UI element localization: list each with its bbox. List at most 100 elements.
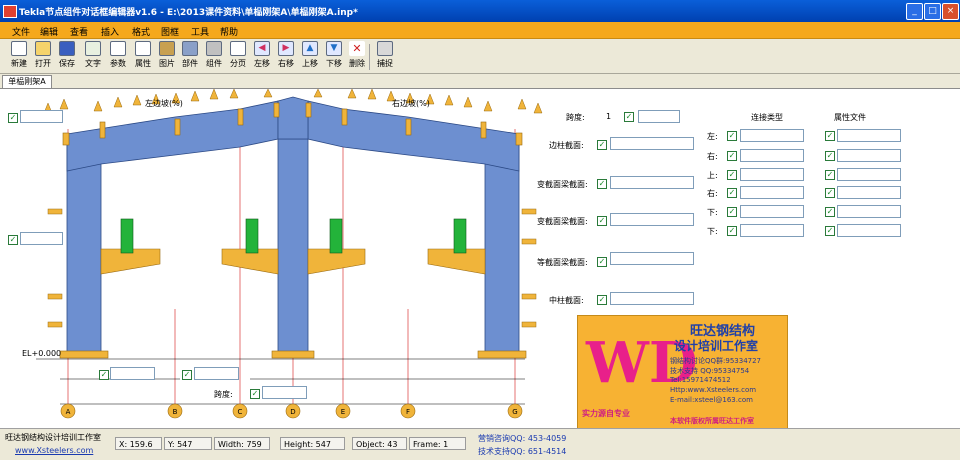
maximize-button[interactable]: □ bbox=[924, 3, 941, 20]
app-icon bbox=[3, 5, 17, 18]
minimize-button[interactable]: _ bbox=[906, 3, 923, 20]
axis-label: C bbox=[238, 408, 243, 416]
row-label: 下: bbox=[707, 227, 718, 236]
checkbox[interactable]: ✓ bbox=[99, 370, 109, 380]
connection-field[interactable] bbox=[740, 129, 804, 142]
logo-qq-group: 钢结构讨论QQ群:95334727 bbox=[670, 357, 762, 365]
beam-section-1-label: 变截面梁截面: bbox=[537, 180, 588, 189]
parameter-button[interactable]: 参数 bbox=[108, 41, 128, 71]
move-left-button[interactable]: ◀ 左移 bbox=[252, 41, 272, 71]
snap-button[interactable]: 捕捉 bbox=[375, 41, 395, 71]
checkbox[interactable]: ✓ bbox=[825, 151, 835, 161]
beam-section-1-field[interactable] bbox=[610, 176, 694, 189]
mid-col-section-field[interactable] bbox=[610, 292, 694, 305]
move-right-button[interactable]: ▶ 右移 bbox=[276, 41, 296, 71]
connection-field[interactable] bbox=[740, 224, 804, 237]
checkbox[interactable]: ✓ bbox=[727, 226, 737, 236]
span-form-field[interactable] bbox=[638, 110, 680, 123]
arrow-down-icon: ▼ bbox=[326, 41, 342, 56]
menu-frame[interactable]: 图框 bbox=[161, 25, 179, 38]
span-total-field[interactable] bbox=[262, 386, 307, 399]
right-slope-label: 右边坡(%) bbox=[392, 99, 430, 108]
axis-label: B bbox=[173, 408, 178, 416]
checkbox[interactable]: ✓ bbox=[727, 151, 737, 161]
x-coordinate: X: 159.6 bbox=[115, 437, 162, 450]
delete-button[interactable]: ✕ 删除 bbox=[347, 41, 367, 71]
checkbox[interactable]: ✓ bbox=[825, 207, 835, 217]
left-height-field[interactable] bbox=[20, 110, 63, 123]
move-down-button[interactable]: ▼ 下移 bbox=[324, 41, 344, 71]
company-name: 旺达钢结构设计培训工作室 bbox=[5, 433, 101, 442]
checkbox[interactable]: ✓ bbox=[597, 216, 607, 226]
text-button[interactable]: 文字 bbox=[83, 41, 103, 71]
attribute-file-field[interactable] bbox=[837, 186, 901, 199]
checkbox[interactable]: ✓ bbox=[8, 235, 18, 245]
axis-label: G bbox=[512, 408, 517, 416]
part-button[interactable]: 部件 bbox=[180, 41, 200, 71]
attribute-file-field[interactable] bbox=[837, 149, 901, 162]
checkbox[interactable]: ✓ bbox=[182, 370, 192, 380]
axis-label: E bbox=[341, 408, 345, 416]
open-button[interactable]: 打开 bbox=[33, 41, 53, 71]
tab-frame-a[interactable]: 单榀刚架A bbox=[2, 75, 52, 88]
connection-field[interactable] bbox=[740, 149, 804, 162]
save-button[interactable]: 保存 bbox=[57, 41, 77, 71]
picture-button[interactable]: 图片 bbox=[157, 41, 177, 71]
checkbox[interactable]: ✓ bbox=[727, 188, 737, 198]
menu-edit[interactable]: 编辑 bbox=[40, 25, 58, 38]
checkbox[interactable]: ✓ bbox=[624, 112, 634, 122]
company-website-link[interactable]: www.Xsteelers.com bbox=[15, 446, 93, 455]
logo-wd: WD bbox=[586, 330, 698, 396]
height-readout: Height: 547 bbox=[280, 437, 345, 450]
attribute-button[interactable]: 属性 bbox=[133, 41, 153, 71]
attribute-file-field[interactable] bbox=[837, 224, 901, 237]
left-col-section-field[interactable] bbox=[610, 137, 694, 150]
tech-qq: 技术支持QQ: 651-4514 bbox=[478, 447, 567, 456]
checkbox[interactable]: ✓ bbox=[727, 170, 737, 180]
checkbox[interactable]: ✓ bbox=[597, 295, 607, 305]
logo-title-2: 设计培训工作室 bbox=[674, 339, 759, 353]
y-coordinate: Y: 547 bbox=[164, 437, 212, 450]
connection-field[interactable] bbox=[740, 186, 804, 199]
component-button[interactable]: 组件 bbox=[204, 41, 224, 71]
checkbox[interactable]: ✓ bbox=[727, 131, 737, 141]
beam-section-3-field[interactable] bbox=[610, 252, 694, 265]
checkbox[interactable]: ✓ bbox=[825, 170, 835, 180]
crane-height-field[interactable] bbox=[20, 232, 63, 245]
menu-format[interactable]: 格式 bbox=[132, 25, 150, 38]
checkbox[interactable]: ✓ bbox=[597, 257, 607, 267]
span-form-label: 跨度: bbox=[566, 113, 585, 122]
checkbox[interactable]: ✓ bbox=[825, 188, 835, 198]
beam-section-2-field[interactable] bbox=[610, 213, 694, 226]
checkbox[interactable]: ✓ bbox=[8, 113, 18, 123]
close-button[interactable]: × bbox=[942, 3, 959, 20]
move-up-button[interactable]: ▲ 上移 bbox=[300, 41, 320, 71]
checkbox[interactable]: ✓ bbox=[825, 131, 835, 141]
sales-qq: 营销咨询QQ: 453-4059 bbox=[478, 434, 567, 443]
row-label: 右: bbox=[707, 189, 718, 198]
checkbox[interactable]: ✓ bbox=[597, 140, 607, 150]
window-title: Tekla节点组件对话框编辑器v1.6 - E:\2013课件资料\单榀刚架A\… bbox=[19, 8, 358, 18]
menu-view[interactable]: 查看 bbox=[70, 25, 88, 38]
menu-tools[interactable]: 工具 bbox=[191, 25, 209, 38]
tab-strip: 单榀刚架A bbox=[0, 74, 960, 88]
connection-field[interactable] bbox=[740, 168, 804, 181]
attribute-file-field[interactable] bbox=[837, 168, 901, 181]
connection-field[interactable] bbox=[740, 205, 804, 218]
page-button[interactable]: 分页 bbox=[228, 41, 248, 71]
new-button[interactable]: 新建 bbox=[9, 41, 29, 71]
checkbox[interactable]: ✓ bbox=[825, 226, 835, 236]
menu-insert[interactable]: 插入 bbox=[101, 25, 119, 38]
attribute-file-field[interactable] bbox=[837, 129, 901, 142]
checkbox[interactable]: ✓ bbox=[727, 207, 737, 217]
new-file-icon bbox=[11, 41, 27, 56]
checkbox[interactable]: ✓ bbox=[250, 389, 260, 399]
span-2-field[interactable] bbox=[194, 367, 239, 380]
attribute-file-field[interactable] bbox=[837, 205, 901, 218]
object-count: Object: 43 bbox=[352, 437, 407, 450]
menu-file[interactable]: 文件 bbox=[12, 25, 30, 38]
menu-help[interactable]: 帮助 bbox=[220, 25, 238, 38]
span-1-field[interactable] bbox=[110, 367, 155, 380]
checkbox[interactable]: ✓ bbox=[597, 179, 607, 189]
row-label: 下: bbox=[707, 208, 718, 217]
